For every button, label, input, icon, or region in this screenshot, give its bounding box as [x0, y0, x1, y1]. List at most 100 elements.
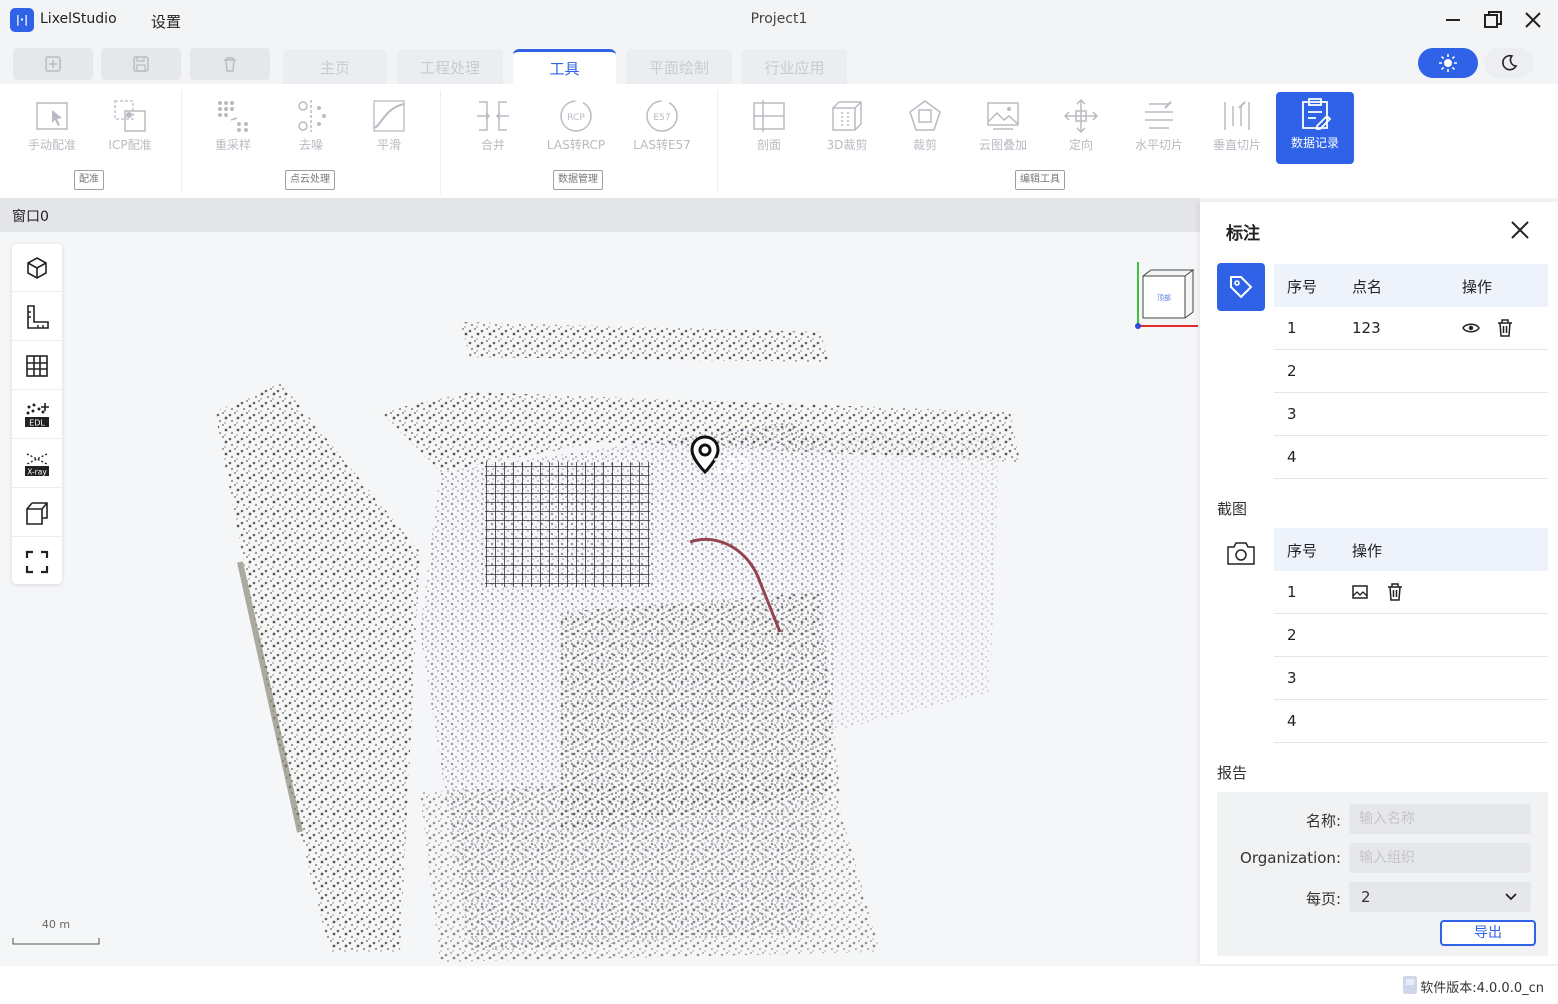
tool-horizontal-slice[interactable]: 水平切片: [1124, 94, 1194, 158]
tool-smooth[interactable]: 平滑: [354, 94, 424, 158]
column-header: 操作: [1462, 278, 1493, 296]
grid-button[interactable]: [12, 342, 62, 390]
tab-project-processing[interactable]: 工程处理: [397, 49, 503, 85]
tool-resample[interactable]: 重采样: [198, 94, 268, 158]
edl-button[interactable]: EDL: [12, 391, 62, 439]
table-row[interactable]: 1: [1274, 571, 1548, 614]
view-cube-button[interactable]: [12, 244, 62, 292]
tool-orient[interactable]: 定向: [1046, 94, 1116, 158]
window-title: Project1: [750, 11, 808, 27]
new-file-icon: [45, 56, 61, 72]
tab-bar: 主页 工程处理 工具 平面绘制 行业应用: [0, 42, 1558, 85]
delete-project-button[interactable]: [190, 48, 270, 80]
annotation-tag-button[interactable]: [1217, 263, 1265, 311]
column-header: 操作: [1352, 542, 1383, 560]
icp-register-icon: [114, 100, 146, 132]
vertical-slice-icon: [1224, 101, 1250, 130]
device-icon: [1403, 976, 1417, 994]
tool-label: 去噪: [298, 138, 323, 152]
table-row[interactable]: 4: [1274, 700, 1548, 743]
report-name-input[interactable]: [1349, 804, 1531, 834]
tool-icp-register[interactable]: ICP配准: [95, 94, 165, 158]
tool-las-to-e57[interactable]: E57 LAS转E57: [627, 94, 697, 158]
moon-icon: [1502, 54, 1518, 71]
eye-icon[interactable]: [1462, 321, 1480, 335]
trash-icon: [224, 57, 236, 72]
screenshot-section-title: 截图: [1217, 500, 1248, 518]
minimize-icon: [1446, 19, 1460, 21]
tool-crop[interactable]: 裁剪: [890, 94, 960, 158]
dark-theme-toggle[interactable]: [1484, 48, 1534, 78]
xray-button[interactable]: X-ray: [12, 440, 62, 488]
title-bar: |·| LixelStudio 设置 Project1: [0, 0, 1558, 42]
panel-title: 标注: [1226, 224, 1260, 244]
denoise-icon: [298, 100, 326, 132]
table-row[interactable]: 1 123: [1274, 307, 1548, 350]
save-project-button[interactable]: [101, 48, 181, 80]
measure-button[interactable]: [12, 293, 62, 341]
close-window-button[interactable]: [1516, 6, 1550, 34]
orientation-gizmo[interactable]: 顶部: [1128, 254, 1200, 332]
report-per-page-label: 每页:: [1305, 890, 1341, 908]
tool-vertical-slice[interactable]: 垂直切片: [1202, 94, 1272, 158]
tool-denoise[interactable]: 去噪: [276, 94, 346, 158]
camera-icon[interactable]: [1226, 540, 1256, 566]
settings-menu[interactable]: 设置: [151, 11, 181, 32]
fullscreen-icon: [25, 550, 49, 574]
trash-icon[interactable]: [1387, 583, 1403, 601]
light-theme-toggle[interactable]: [1418, 48, 1478, 78]
tool-merge[interactable]: 合并: [458, 94, 528, 158]
image-icon[interactable]: [1352, 584, 1368, 600]
tool-data-record[interactable]: 数据记录: [1276, 92, 1354, 164]
table-row[interactable]: 4: [1274, 436, 1548, 479]
tool-label: 重采样: [214, 138, 251, 152]
tool-las-to-rcp[interactable]: RCP LAS转RCP: [541, 94, 611, 158]
tool-profile[interactable]: 剖面: [734, 94, 804, 158]
tab-home[interactable]: 主页: [283, 49, 387, 85]
tab-plane-drawing[interactable]: 平面绘制: [626, 49, 732, 85]
point-name: 123: [1352, 319, 1381, 337]
minimize-button[interactable]: [1436, 6, 1470, 34]
edl-text: EDL: [29, 418, 45, 427]
orient-icon: [1063, 98, 1099, 134]
screenshot-table-header: 序号 操作: [1274, 528, 1548, 571]
column-header: 序号: [1287, 278, 1318, 296]
horizontal-slice-icon: [1145, 101, 1173, 129]
ribbon-divider: [440, 90, 441, 194]
xray-text: X-ray: [27, 467, 47, 476]
tool-manual-register[interactable]: 手动配准: [17, 94, 87, 158]
trash-icon[interactable]: [1497, 319, 1513, 337]
data-record-icon: [1302, 98, 1332, 130]
row-index: 3: [1287, 405, 1297, 423]
chevron-down-icon: [1505, 893, 1517, 901]
report-org-input[interactable]: [1349, 843, 1531, 873]
table-row[interactable]: 3: [1274, 393, 1548, 436]
edl-icon: EDL: [25, 402, 49, 427]
las-to-rcp-icon: RCP: [560, 100, 592, 132]
tab-industry-apps[interactable]: 行业应用: [742, 49, 847, 85]
table-row[interactable]: 2: [1274, 350, 1548, 393]
tab-tools[interactable]: 工具: [513, 49, 616, 85]
tool-label: 合并: [480, 138, 505, 152]
new-project-button[interactable]: [13, 48, 93, 80]
export-button[interactable]: 导出: [1440, 920, 1536, 946]
app-name: LixelStudio: [40, 11, 117, 27]
scale-label: 40 m: [41, 918, 71, 931]
per-page-select[interactable]: 2: [1349, 882, 1531, 912]
table-row[interactable]: 3: [1274, 657, 1548, 700]
ribbon-divider: [717, 90, 718, 194]
tool-label: 手动配准: [27, 138, 76, 152]
tool-image-overlay[interactable]: 云图叠加: [968, 94, 1038, 158]
point-cloud-viewport[interactable]: 123 顶部 40 m: [0, 232, 1200, 966]
box-view-button[interactable]: [12, 489, 62, 537]
tool-label: LAS转RCP: [546, 138, 606, 152]
fullscreen-button[interactable]: [12, 538, 62, 586]
table-row[interactable]: 2: [1274, 614, 1548, 657]
tool-label: LAS转E57: [633, 138, 691, 152]
panel-close-button[interactable]: [1506, 216, 1534, 244]
point-cloud-render[interactable]: [0, 232, 1200, 966]
tool-crop-3d[interactable]: 3D裁剪: [812, 94, 882, 158]
restore-icon: [1484, 11, 1502, 28]
restore-button[interactable]: [1476, 6, 1510, 34]
report-section-title: 报告: [1217, 764, 1248, 782]
